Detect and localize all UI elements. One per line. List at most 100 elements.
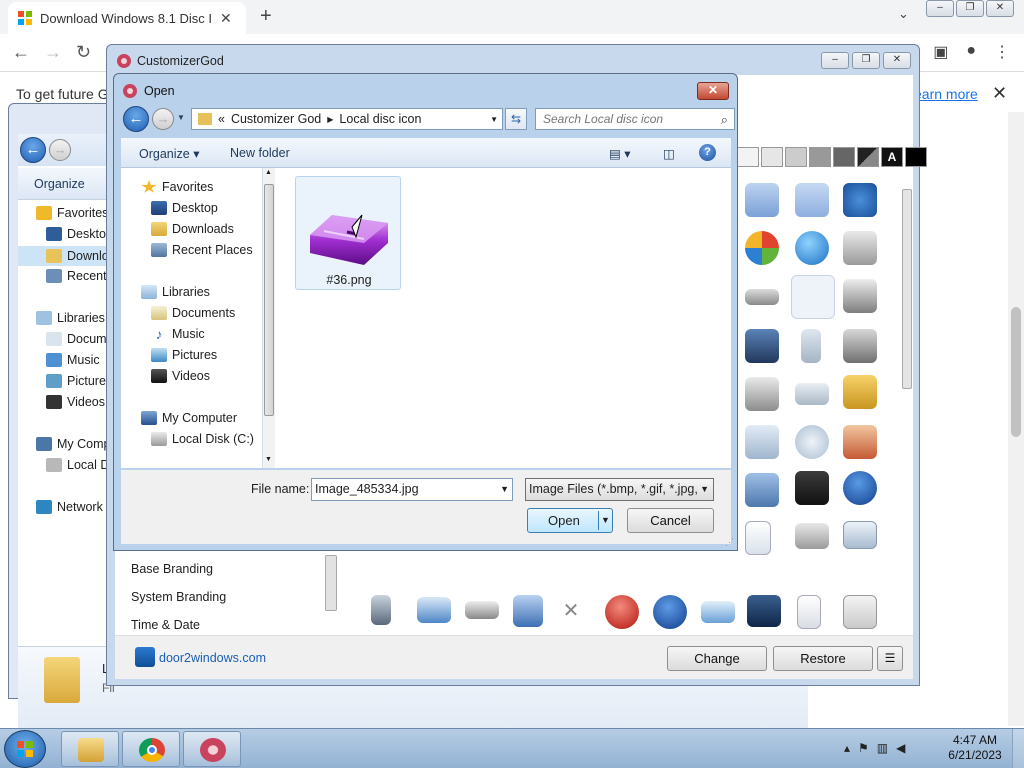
door2windows-link[interactable]: door2windows.com — [159, 651, 266, 665]
minimize-button[interactable]: – — [926, 0, 954, 17]
start-button[interactable] — [4, 730, 46, 768]
new-folder-button[interactable]: New folder — [230, 146, 290, 160]
tree-music[interactable]: ♪ Music — [151, 327, 205, 341]
organize-button[interactable]: Organize ▾ — [139, 146, 199, 161]
help-icon[interactable] — [653, 595, 687, 629]
swatch[interactable] — [809, 147, 831, 167]
volume-icon[interactable]: ◀ — [896, 741, 905, 755]
cg-close-button[interactable]: ✕ — [883, 52, 911, 69]
info-icon[interactable] — [843, 471, 877, 505]
bg-tree-favorites[interactable]: Favorites — [36, 206, 108, 220]
grid-item-icon[interactable] — [745, 231, 779, 265]
category-list-scrollbar[interactable] — [325, 555, 337, 611]
tree-libraries[interactable]: Libraries — [141, 285, 210, 299]
swatch[interactable] — [737, 147, 759, 167]
help-icon[interactable]: ? — [699, 144, 716, 161]
grid-item-icon[interactable] — [801, 329, 821, 363]
tree-local-disk[interactable]: Local Disk (C:) — [151, 432, 254, 446]
grid-item-icon[interactable] — [371, 595, 391, 625]
menu-dots-icon[interactable]: ⋮ — [994, 42, 1010, 62]
bg-tree-desktop[interactable]: Desktop — [46, 227, 113, 241]
learn-more-link[interactable]: earn more — [914, 86, 978, 102]
file-type-select[interactable]: Image Files (*.bmp, *.gif, *.jpg, ▼ — [525, 478, 714, 501]
grid-item-icon[interactable] — [745, 521, 771, 555]
grid-item-icon[interactable] — [843, 521, 877, 549]
grid-item-icon[interactable] — [795, 471, 829, 505]
page-scrollbar[interactable] — [1008, 112, 1024, 726]
grid-item-icon[interactable] — [513, 595, 543, 627]
bg-tree-documents[interactable]: Docum — [46, 332, 107, 346]
grid-item-icon[interactable] — [745, 183, 779, 217]
resize-grip-icon[interactable]: ⋰ — [725, 537, 734, 548]
dialog-close-button[interactable]: ✕ — [697, 82, 729, 100]
grid-item-icon[interactable] — [465, 601, 499, 619]
browser-tab[interactable]: Download Windows 8.1 Disc Image ✕ — [8, 2, 246, 34]
grid-item-selected-icon[interactable] — [791, 275, 835, 319]
x-mark-icon[interactable]: ✕ — [561, 601, 581, 621]
file-type-dropdown-icon[interactable]: ▼ — [700, 479, 709, 500]
swatch[interactable] — [857, 147, 879, 167]
icon-grid-scrollbar[interactable] — [901, 171, 913, 651]
bg-tree-computer[interactable]: My Comp — [36, 437, 110, 451]
grid-item-icon[interactable] — [795, 231, 829, 265]
new-tab-button[interactable]: + — [260, 5, 272, 28]
action-center-icon[interactable]: ⚑ — [858, 741, 869, 755]
tree-favorites[interactable]: Favorites — [141, 180, 213, 194]
bg-tree-recent[interactable]: Recent — [46, 269, 107, 283]
address-bar[interactable]: « Customizer God ▶ Local disc icon ▼ — [191, 108, 503, 130]
bg-tree-music[interactable]: Music — [46, 353, 100, 367]
open-dropdown-icon[interactable]: ▼ — [601, 509, 610, 532]
tab-search-chevron-icon[interactable]: ⌄ — [898, 6, 909, 22]
search-input[interactable]: Search Local disc icon ⌕ — [535, 108, 735, 130]
category-system-branding[interactable]: System Branding — [119, 583, 349, 611]
cg-maximize-button[interactable]: ❐ — [852, 52, 880, 69]
bg-tree-local-disk[interactable]: Local D — [46, 458, 109, 472]
preview-pane-icon[interactable]: ◫ — [663, 146, 675, 161]
scroll-down-icon[interactable]: ▼ — [265, 456, 272, 463]
grid-item-icon[interactable] — [843, 231, 877, 265]
network-icon[interactable]: ▥ — [877, 741, 888, 755]
category-base-branding[interactable]: Base Branding — [119, 555, 349, 583]
back-arrow-icon[interactable]: ← — [12, 42, 30, 63]
change-button[interactable]: Change — [667, 646, 767, 671]
dialog-back-icon[interactable]: ← — [123, 106, 149, 132]
file-item[interactable]: #36.png — [295, 176, 401, 290]
tree-scrollbar[interactable]: ▲ ▼ — [263, 168, 275, 468]
info-close-icon[interactable]: ✕ — [992, 83, 1007, 104]
breadcrumb-overflow[interactable]: « — [218, 112, 225, 126]
bg-tree-videos[interactable]: Videos — [46, 395, 105, 409]
tray-expand-icon[interactable]: ▴ — [844, 741, 850, 755]
tree-videos[interactable]: Videos — [151, 369, 210, 383]
grid-item-icon[interactable] — [843, 183, 877, 217]
bg-tree-network[interactable]: Network — [36, 500, 103, 514]
breadcrumb-separator-icon[interactable]: ▶ — [327, 115, 333, 124]
tree-downloads[interactable]: Downloads — [151, 222, 234, 236]
breadcrumb-local-disc-icon[interactable]: Local disc icon — [339, 112, 421, 126]
error-icon[interactable] — [605, 595, 639, 629]
breadcrumb-customizer-god[interactable]: Customizer God — [231, 112, 321, 126]
bg-back-icon[interactable]: ← — [20, 137, 46, 163]
tree-documents[interactable]: Documents — [151, 306, 235, 320]
bg-tree-pictures[interactable]: Picture — [46, 374, 106, 388]
tree-my-computer[interactable]: My Computer — [141, 411, 237, 425]
menu-button[interactable]: ☰ — [877, 646, 903, 671]
clock[interactable]: 4:47 AM 6/21/2023 — [940, 733, 1010, 763]
dialog-forward-icon[interactable]: → — [152, 108, 174, 130]
swatch-text[interactable]: A — [881, 147, 903, 167]
close-button[interactable]: ✕ — [986, 0, 1014, 17]
open-button[interactable]: Open ▼ — [527, 508, 613, 533]
grid-item-icon[interactable] — [745, 289, 779, 305]
bg-forward-icon[interactable]: → — [49, 139, 71, 161]
profile-icon[interactable]: ● — [966, 42, 976, 62]
grid-item-icon[interactable] — [745, 425, 779, 459]
side-panel-icon[interactable]: ▣ — [933, 42, 948, 62]
cancel-button[interactable]: Cancel — [627, 508, 714, 533]
change-view-icon[interactable]: ▤ ▾ — [609, 146, 631, 161]
taskbar-chrome[interactable] — [122, 731, 180, 767]
grid-item-icon[interactable] — [417, 597, 451, 623]
tree-desktop[interactable]: Desktop — [151, 201, 218, 215]
restore-button[interactable]: Restore — [773, 646, 873, 671]
grid-item-icon[interactable] — [745, 329, 779, 363]
monitor-icon[interactable] — [747, 595, 781, 627]
grid-item-icon[interactable] — [795, 523, 829, 549]
